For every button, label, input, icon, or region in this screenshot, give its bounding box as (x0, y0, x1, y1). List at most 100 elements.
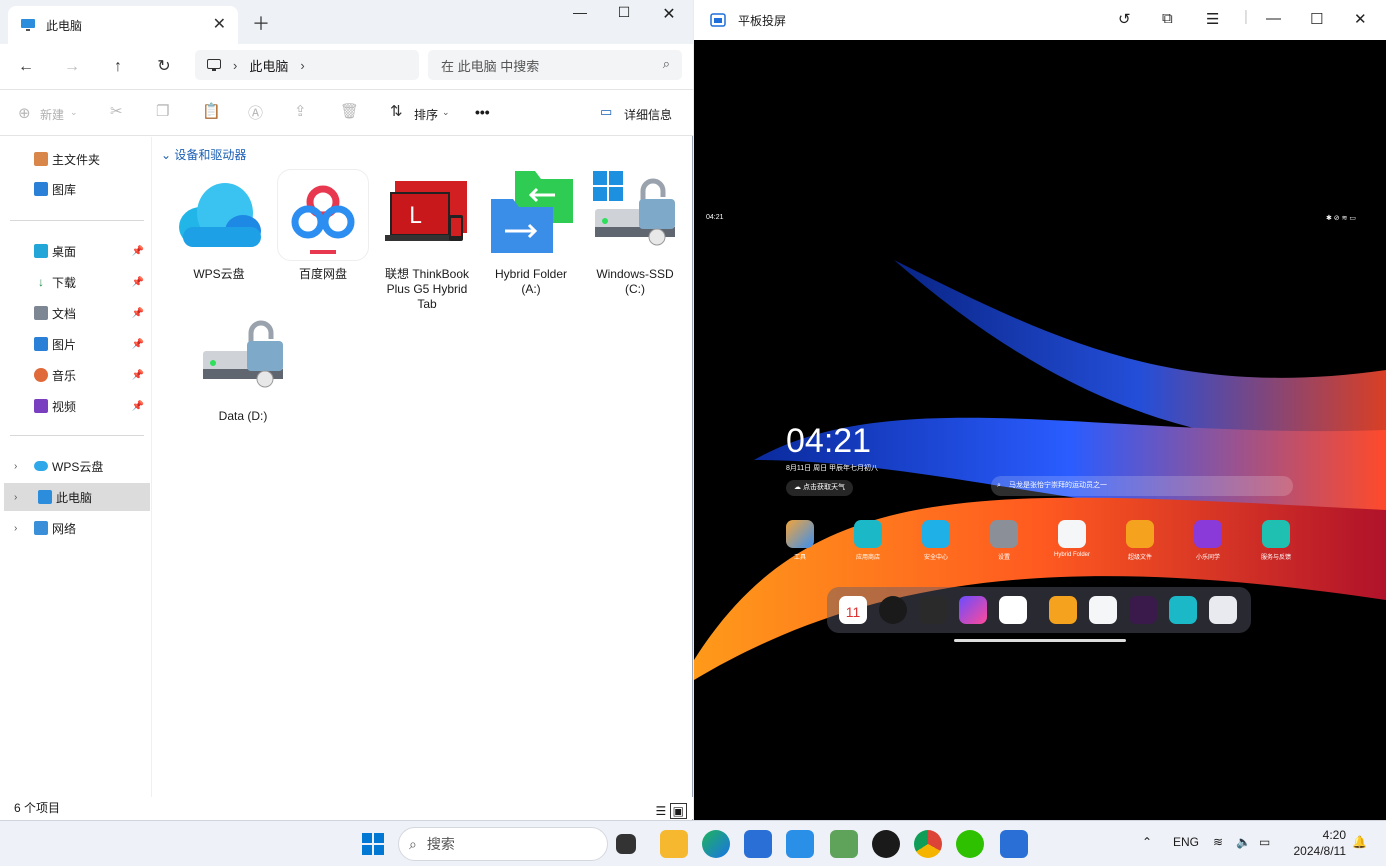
tablet-screen[interactable]: 04:21 ✱ ⊘ ≋ ▭ 04:21 8月11日 周日 甲辰年七月初八 ☁ 点… (694, 40, 1386, 820)
chevron-right-icon[interactable]: › (14, 523, 17, 534)
chevron-right-icon[interactable]: › (14, 461, 17, 472)
assistant-app-icon[interactable] (872, 830, 900, 858)
sidebar-item-this-pc[interactable]: › 此电脑 (4, 483, 150, 511)
share-icon[interactable]: ⇪ (294, 102, 307, 120)
battery-icon[interactable]: ▭ (1259, 835, 1270, 849)
task-view-icon[interactable] (616, 834, 636, 854)
edge-browser-icon[interactable] (702, 830, 730, 858)
start-button[interactable] (359, 830, 387, 858)
pin-icon[interactable]: 📌 (132, 246, 144, 257)
group-header[interactable]: ⌄ 设备和驱动器 (161, 146, 246, 163)
new-button[interactable]: 新建 (40, 106, 64, 123)
wechat-icon[interactable] (956, 830, 984, 858)
camera-icon[interactable] (999, 596, 1027, 624)
app-security-center[interactable]: 安全中心 (906, 520, 966, 561)
address-bar[interactable]: › 此电脑 › (195, 50, 419, 80)
recorder-icon[interactable] (919, 596, 947, 624)
sidebar-item-desktop[interactable]: 桌面 📌 (0, 237, 150, 265)
list-view-icon[interactable]: ☰ (656, 804, 667, 818)
up-icon[interactable]: ↑ (104, 54, 132, 80)
volume-icon[interactable]: 🔈 (1236, 835, 1251, 849)
minimize-icon[interactable]: — (560, 4, 600, 20)
details-button[interactable]: 详细信息 (624, 106, 672, 123)
multi-screen-icon[interactable] (1129, 596, 1157, 624)
search-input[interactable]: 在 此电脑 中搜索 ⌕ (428, 50, 682, 80)
sidebar-item-pictures[interactable]: 图片 📌 (0, 330, 150, 358)
sidebar-item-videos[interactable]: 视频 📌 (0, 392, 150, 420)
hybrid-folder-icon[interactable] (1089, 596, 1117, 624)
sidebar-item-wps-cloud[interactable]: › WPS云盘 (0, 452, 150, 480)
tab-this-pc[interactable]: 此电脑 ✕ (8, 6, 238, 44)
chrome-icon[interactable] (914, 830, 942, 858)
gallery-icon[interactable] (959, 596, 987, 624)
notification-bell-icon[interactable]: 🔔 (1352, 835, 1367, 849)
app-xiaole-assistant[interactable]: 小乐同学 (1178, 520, 1238, 561)
settings-sliders-icon[interactable]: ☰ (1206, 10, 1219, 28)
chevron-up-icon[interactable]: ⌃ (1142, 835, 1152, 849)
new-tab-icon[interactable]: ＋ (252, 10, 270, 36)
pin-icon[interactable]: 📌 (132, 370, 144, 381)
chevron-right-icon[interactable]: › (300, 58, 304, 73)
store-icon[interactable] (744, 830, 772, 858)
app-super-files[interactable]: 超级文件 (1110, 520, 1170, 561)
sidebar-item-music[interactable]: 音乐 📌 (0, 361, 150, 389)
app-drawer-icon[interactable] (1209, 596, 1237, 624)
tablet-search-bar[interactable]: ⌕ 马龙是张怡宁崇拜的运动员之一 (991, 476, 1293, 496)
sidebar-item-gallery[interactable]: 图库 (0, 175, 150, 203)
rename-icon[interactable]: Ⓐ (248, 102, 263, 123)
drive-thinkbook-device[interactable]: L 联想 ThinkBook Plus G5 Hybrid Tab (377, 169, 477, 312)
calendar-icon[interactable]: 11 (839, 596, 867, 624)
sidebar-item-downloads[interactable]: ↓ 下载 📌 (0, 268, 150, 296)
new-icon[interactable]: ⊕ (18, 104, 31, 122)
details-pane-icon[interactable]: ▭ (600, 104, 612, 120)
remote-desktop-icon[interactable] (830, 830, 858, 858)
app-tools[interactable]: 工具 (770, 520, 830, 561)
close-window-icon[interactable]: ✕ (649, 4, 689, 24)
pin-icon[interactable]: 📌 (132, 308, 144, 319)
delete-icon[interactable]: 🗑 (340, 102, 359, 120)
vpn-app-icon[interactable] (786, 830, 814, 858)
app-service-feedback[interactable]: 服务与反馈 (1246, 520, 1306, 561)
cut-icon[interactable]: ✂ (110, 102, 123, 120)
home-indicator[interactable] (954, 639, 1126, 642)
forward-icon[interactable]: → (58, 54, 86, 80)
more-options-button[interactable]: ••• (475, 104, 490, 120)
drive-wps-cloud[interactable]: WPS云盘 (169, 169, 269, 282)
taskbar-clock[interactable]: 4:20 2024/8/11 (1286, 827, 1347, 859)
file-explorer-icon[interactable] (660, 830, 688, 858)
drive-windows-ssd[interactable]: Windows-SSD (C:) (585, 169, 685, 297)
clock-icon[interactable] (879, 596, 907, 624)
weather-widget[interactable]: ☁ 点击获取天气 (786, 480, 853, 496)
refresh-icon[interactable]: ↻ (150, 54, 178, 80)
app-settings[interactable]: 设置 (974, 520, 1034, 561)
sidebar-item-home[interactable]: 主文件夹 (0, 145, 150, 173)
sidebar-item-network[interactable]: › 网络 (0, 514, 150, 542)
app-hybrid-folder[interactable]: Hybrid Folder (1042, 520, 1102, 558)
maximize-icon[interactable]: ☐ (604, 4, 644, 21)
files-icon[interactable] (1049, 596, 1077, 624)
drive-baidu-netdisk[interactable]: 百度网盘 (273, 169, 373, 282)
pin-icon[interactable]: 📌 (132, 339, 144, 350)
taskbar-search[interactable]: ⌕ 搜索 (398, 827, 608, 861)
sort-button[interactable]: 排序 (414, 106, 438, 123)
app-store[interactable]: 应用商店 (838, 520, 898, 561)
maximize-icon[interactable]: ☐ (1310, 10, 1323, 28)
chevron-right-icon[interactable]: › (14, 492, 17, 503)
paste-icon[interactable]: 📋 (202, 102, 221, 120)
pin-icon[interactable]: 📌 (132, 277, 144, 288)
minimize-icon[interactable]: — (1266, 10, 1281, 27)
sidebar-item-documents[interactable]: 文档 📌 (0, 299, 150, 327)
close-tab-icon[interactable]: ✕ (213, 14, 226, 34)
drive-hybrid-folder[interactable]: Hybrid Folder (A:) (481, 169, 581, 297)
screenshot-icon[interactable]: ⧉ (1162, 10, 1173, 27)
back-icon[interactable]: ← (12, 54, 40, 80)
close-window-icon[interactable]: ✕ (1354, 10, 1367, 28)
input-language[interactable]: ENG (1173, 835, 1199, 849)
address-segment[interactable]: 此电脑 (249, 56, 288, 75)
wifi-icon[interactable]: ≋ (1213, 835, 1223, 849)
tiles-view-icon[interactable]: ▣ (669, 803, 687, 819)
app-store-icon[interactable] (1169, 596, 1197, 624)
sort-icon[interactable]: ⇅ (390, 102, 403, 120)
pin-icon[interactable]: 📌 (132, 401, 144, 412)
drive-data-d[interactable]: Data (D:) (193, 311, 293, 424)
